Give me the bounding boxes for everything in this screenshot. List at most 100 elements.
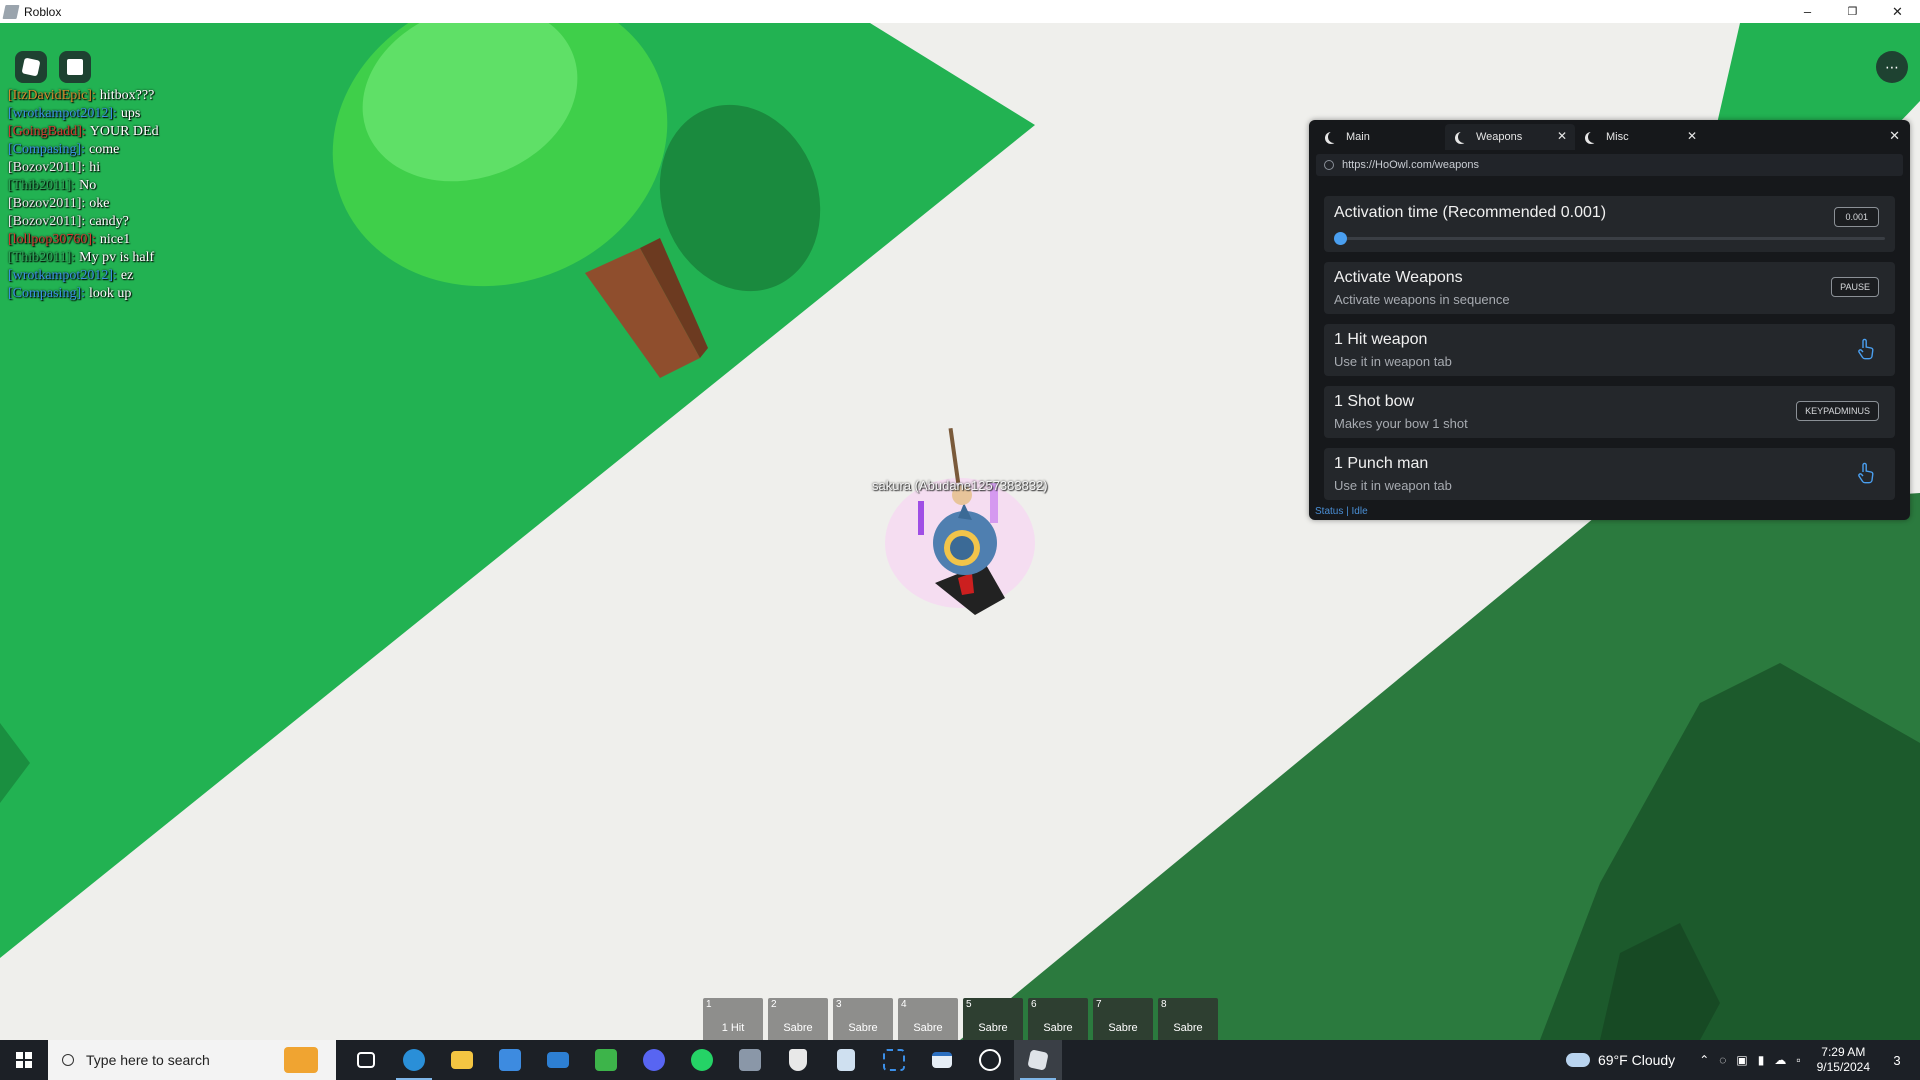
roblox-menu-button[interactable] (15, 51, 47, 83)
notification-center-button[interactable]: 3 (1882, 1040, 1912, 1080)
ellipsis-icon: ⋯ (1885, 58, 1899, 75)
tab-label: Main (1346, 131, 1370, 143)
chat-author[interactable]: [Bozov2011]: (8, 196, 85, 211)
volume-icon[interactable]: ▫ (1796, 1053, 1800, 1067)
chat-author[interactable]: [wrotkampot2012]: (8, 106, 117, 121)
chat-text: YOUR DEd (89, 124, 159, 139)
clock[interactable]: 7:29 AM 9/15/2024 (1817, 1045, 1870, 1075)
hotbar-slot[interactable]: 2 Sabre (768, 998, 828, 1040)
one-shot-bow-row[interactable]: 1 Shot bow Makes your bow 1 shot KEYPADM… (1324, 386, 1895, 438)
mail-icon (547, 1052, 569, 1068)
chat-author[interactable]: [Bozov2011]: (8, 214, 85, 229)
windows-logo-icon (16, 1052, 32, 1068)
panel-tabs: Main Weapons ✕ Misc ✕ (1315, 124, 1904, 150)
roblox-taskbar-button[interactable] (1014, 1040, 1062, 1080)
slot-label: Sabre (848, 1022, 878, 1034)
url-bar[interactable]: https://HoOwl.com/weapons (1316, 154, 1903, 176)
taskbar-search-box[interactable]: Type here to search (48, 1040, 336, 1080)
activation-time-slider[interactable] (1334, 232, 1885, 245)
chevron-up-icon[interactable]: ⌃ (1699, 1053, 1709, 1067)
chat-text: look up (89, 286, 132, 301)
chat-author[interactable]: [lollpop30760]: (8, 232, 96, 247)
restore-button[interactable]: ❐ (1830, 0, 1875, 23)
chat-author[interactable]: [Compasing]: (8, 286, 85, 301)
battery-icon[interactable]: ▮ (1758, 1053, 1765, 1067)
panel-close-button[interactable]: ✕ (1889, 128, 1900, 144)
rockstar-button[interactable] (966, 1040, 1014, 1080)
pause-keybind-button[interactable]: PAUSE (1831, 277, 1879, 297)
chat-author[interactable]: [ItzDavidEpic]: (8, 88, 96, 103)
store-icon (499, 1049, 521, 1071)
chat-text: hitbox??? (99, 88, 155, 103)
notification-count: 3 (1893, 1052, 1901, 1068)
chat-author[interactable]: [Compasing]: (8, 142, 85, 157)
chat-text: My pv is half (79, 250, 155, 265)
chat-text: nice1 (99, 232, 131, 247)
device-icon[interactable]: ▣ (1736, 1053, 1747, 1067)
tab-main[interactable]: Main (1315, 124, 1445, 150)
touch-icon[interactable] (1857, 338, 1875, 360)
chat-message: [ItzDavidEpic]: hitbox??? (8, 87, 368, 105)
keypadminus-keybind-button[interactable]: KEYPADMINUS (1796, 401, 1879, 421)
photos-button[interactable] (726, 1040, 774, 1080)
hotbar-slot[interactable]: 7 Sabre (1093, 998, 1153, 1040)
weather-widget[interactable]: 69°F Cloudy (1565, 1052, 1675, 1068)
minimize-button[interactable]: – (1785, 0, 1830, 23)
slot-number: 8 (1161, 999, 1167, 1010)
hotbar-slot[interactable]: 8 Sabre (1158, 998, 1218, 1040)
store-button[interactable] (486, 1040, 534, 1080)
roblox-logo-icon (21, 57, 41, 77)
file-explorer-button[interactable] (438, 1040, 486, 1080)
chat-toggle-button[interactable] (59, 51, 91, 83)
discord-button[interactable] (630, 1040, 678, 1080)
chat-message: [wrotkampot2012]: ups (8, 105, 368, 123)
onedrive-icon[interactable]: ☁ (1774, 1053, 1786, 1067)
touch-icon[interactable] (1857, 462, 1875, 484)
folder-icon (451, 1051, 473, 1069)
hotbar-slot[interactable]: 5 Sabre (963, 998, 1023, 1040)
wifi-icon[interactable]: ◌ (1719, 1053, 1726, 1067)
row-subtitle: Use it in weapon tab (1334, 478, 1452, 493)
more-options-button[interactable]: ⋯ (1876, 51, 1908, 83)
slider-knob[interactable] (1334, 232, 1347, 245)
snipping-tool-button[interactable] (870, 1040, 918, 1080)
search-highlight-icon (284, 1047, 318, 1073)
whatsapp-button[interactable] (678, 1040, 726, 1080)
notepad-button[interactable] (822, 1040, 870, 1080)
one-punch-man-row[interactable]: 1 Punch man Use it in weapon tab (1324, 448, 1895, 500)
task-view-button[interactable] (342, 1040, 390, 1080)
slot-number: 5 (966, 999, 972, 1010)
chat-author[interactable]: [Thib2011]: (8, 178, 75, 193)
chat-author[interactable]: [wrotkampot2012]: (8, 268, 117, 283)
tab-close-icon[interactable]: ✕ (1557, 129, 1567, 143)
mail-button[interactable] (534, 1040, 582, 1080)
slot-label: Sabre (1043, 1022, 1073, 1034)
hotbar-slot[interactable]: 4 Sabre (898, 998, 958, 1040)
security-button[interactable] (774, 1040, 822, 1080)
chat-message: [Compasing]: come (8, 141, 368, 159)
tab-close-icon[interactable]: ✕ (1687, 129, 1697, 143)
one-hit-weapon-row[interactable]: 1 Hit weapon Use it in weapon tab (1324, 324, 1895, 376)
chat-message: [Thib2011]: No (8, 177, 368, 195)
shield-icon (789, 1049, 807, 1071)
edge-button[interactable] (390, 1040, 438, 1080)
tab-weapons[interactable]: Weapons ✕ (1445, 124, 1575, 150)
row-subtitle: Use it in weapon tab (1334, 354, 1452, 369)
close-window-button[interactable]: ✕ (1875, 0, 1920, 23)
start-button[interactable] (0, 1040, 48, 1080)
chat-author[interactable]: [GoingBadd]: (8, 124, 86, 139)
cloud-icon (1565, 1053, 1590, 1067)
activate-weapons-row[interactable]: Activate Weapons Activate weapons in seq… (1324, 262, 1895, 314)
h-app-button[interactable] (582, 1040, 630, 1080)
window-app-button[interactable] (918, 1040, 966, 1080)
hotbar-slot[interactable]: 1 1 Hit (703, 998, 763, 1040)
window-title: Roblox (24, 4, 62, 19)
discord-icon (643, 1049, 665, 1071)
hotbar-slot[interactable]: 6 Sabre (1028, 998, 1088, 1040)
slot-label: Sabre (783, 1022, 813, 1034)
chat-author[interactable]: [Thib2011]: (8, 250, 75, 265)
activation-time-value[interactable]: 0.001 (1834, 207, 1879, 227)
chat-author[interactable]: [Bozov2011]: (8, 160, 85, 175)
tab-misc[interactable]: Misc ✕ (1575, 124, 1705, 150)
hotbar-slot[interactable]: 3 Sabre (833, 998, 893, 1040)
